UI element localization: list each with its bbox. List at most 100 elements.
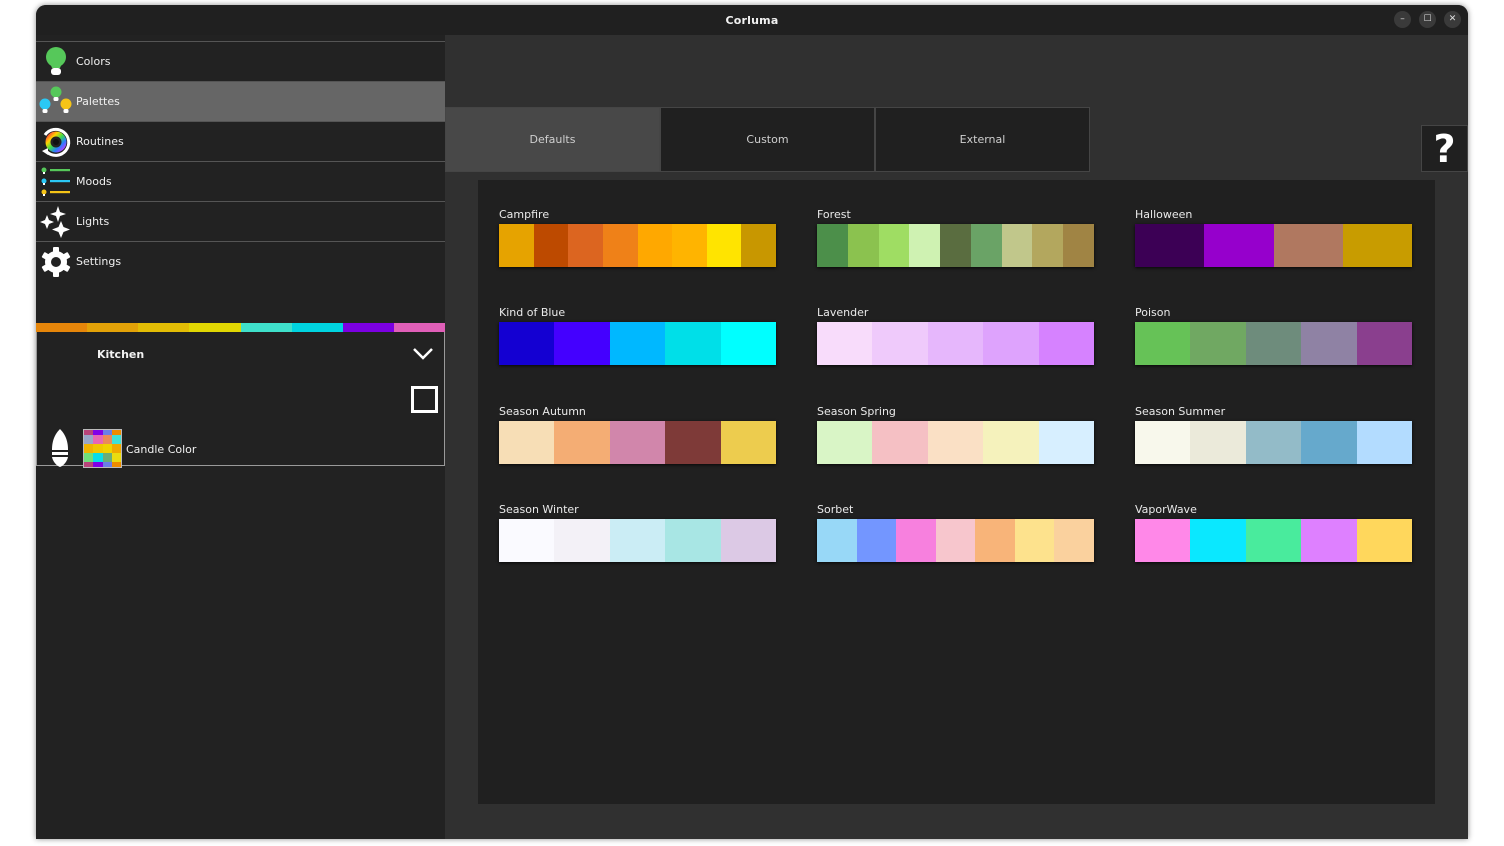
- color-swatch: [983, 421, 1039, 464]
- color-swatch: [1054, 519, 1095, 562]
- color-swatch: [975, 519, 1015, 562]
- color-swatch: [609, 519, 666, 562]
- strip-color-segment: [87, 323, 139, 332]
- palette-name: Poison: [1135, 306, 1171, 319]
- color-swatch: [1301, 322, 1357, 365]
- color-swatch: [609, 421, 666, 464]
- palette-card[interactable]: Campfire: [499, 208, 776, 267]
- sidebar-item-settings[interactable]: Settings: [36, 241, 445, 281]
- color-swatch: [665, 519, 721, 562]
- color-swatch: [609, 322, 666, 365]
- tab-external[interactable]: External: [875, 107, 1090, 172]
- color-swatch: [554, 322, 610, 365]
- color-swatch: [983, 322, 1039, 365]
- palette-name: Kind of Blue: [499, 306, 566, 319]
- close-button[interactable]: ✕: [1444, 11, 1461, 28]
- color-swatch: [1245, 322, 1302, 365]
- strip-color-segment: [138, 323, 190, 332]
- palette-swatches[interactable]: [499, 421, 777, 464]
- thumb-color-cell: [93, 462, 103, 467]
- color-swatch: [499, 224, 534, 267]
- palette-card[interactable]: Kind of Blue: [499, 306, 777, 365]
- question-mark-icon: ?: [1433, 126, 1456, 171]
- color-swatch: [499, 421, 555, 464]
- color-swatch: [1014, 519, 1055, 562]
- light-palette-thumbnail: [83, 429, 122, 468]
- color-wheel-cycle-icon: [36, 122, 76, 162]
- tab-defaults[interactable]: Defaults: [445, 107, 660, 172]
- color-swatch: [817, 322, 873, 365]
- thumb-color-cell: [102, 434, 112, 444]
- color-swatch: [1135, 519, 1191, 562]
- palette-swatches[interactable]: [499, 519, 777, 562]
- strip-color-segment: [393, 323, 445, 332]
- color-swatch: [935, 519, 976, 562]
- sidebar-item-routines[interactable]: Routines: [36, 121, 445, 161]
- palette-swatches[interactable]: [1135, 224, 1412, 267]
- candle-bulb-icon: [51, 428, 69, 472]
- color-swatch: [817, 224, 848, 267]
- color-swatch: [554, 421, 610, 464]
- palette-name: Campfire: [499, 208, 550, 221]
- sidebar-item-moods[interactable]: Moods: [36, 161, 445, 201]
- color-swatch: [1032, 224, 1064, 267]
- palette-card[interactable]: Season Winter: [499, 503, 777, 562]
- thumb-color-cell: [93, 443, 103, 454]
- palette-swatches[interactable]: [499, 322, 777, 365]
- palette-card[interactable]: Halloween: [1135, 208, 1412, 267]
- color-swatch: [1190, 519, 1246, 562]
- palette-card[interactable]: Forest: [817, 208, 1095, 267]
- color-swatch: [1356, 322, 1413, 365]
- color-swatch: [878, 224, 910, 267]
- tab-custom[interactable]: Custom: [660, 107, 875, 172]
- color-swatch: [1356, 421, 1413, 464]
- palette-swatches[interactable]: [817, 224, 1095, 267]
- color-swatch: [720, 322, 777, 365]
- color-swatch: [1245, 519, 1302, 562]
- sidebar-item-colors[interactable]: Colors: [36, 41, 445, 81]
- color-swatch: [1038, 421, 1095, 464]
- palette-swatches[interactable]: [1135, 519, 1413, 562]
- palette-swatches[interactable]: [499, 224, 776, 267]
- color-swatch: [499, 519, 555, 562]
- help-button[interactable]: ?: [1421, 125, 1468, 172]
- color-swatch: [1301, 519, 1357, 562]
- sidebar-item-palettes[interactable]: Palettes: [36, 81, 445, 121]
- current-palette-strip: [36, 323, 445, 332]
- color-swatch: [665, 322, 721, 365]
- thumb-color-cell: [111, 443, 121, 454]
- palette-swatches[interactable]: [1135, 322, 1413, 365]
- strip-color-segment: [240, 323, 292, 332]
- room-select-checkbox[interactable]: [411, 386, 438, 413]
- minimize-button[interactable]: –: [1394, 11, 1411, 28]
- thumb-color-cell: [93, 453, 103, 463]
- sidebar-item-lights[interactable]: Lights: [36, 201, 445, 241]
- strip-color-segment: [291, 323, 343, 332]
- title-bar[interactable]: Corluma – ☐ ✕: [36, 5, 1468, 35]
- color-swatch: [637, 224, 673, 267]
- color-swatch: [872, 322, 928, 365]
- palette-card[interactable]: Season Summer: [1135, 405, 1413, 464]
- palette-card[interactable]: Sorbet: [817, 503, 1095, 562]
- maximize-button[interactable]: ☐: [1419, 11, 1436, 28]
- chevron-down-icon[interactable]: [412, 346, 434, 360]
- color-swatch: [927, 421, 984, 464]
- palette-card[interactable]: Poison: [1135, 306, 1413, 365]
- palette-card[interactable]: Season Spring: [817, 405, 1095, 464]
- palette-swatches[interactable]: [817, 421, 1095, 464]
- color-swatch: [817, 421, 873, 464]
- thumb-color-cell: [84, 453, 94, 463]
- palette-swatches[interactable]: [817, 322, 1095, 365]
- palette-card[interactable]: Lavender: [817, 306, 1095, 365]
- palette-card[interactable]: Season Autumn: [499, 405, 777, 464]
- room-name: Kitchen: [97, 348, 145, 361]
- sidebar-item-label: Lights: [76, 215, 110, 228]
- sidebar-item-label: Routines: [76, 135, 124, 148]
- palette-name: Halloween: [1135, 208, 1193, 221]
- palette-card[interactable]: VaporWave: [1135, 503, 1413, 562]
- strip-color-segment: [189, 323, 241, 332]
- palette-swatches[interactable]: [817, 519, 1095, 562]
- palette-name: VaporWave: [1135, 503, 1197, 516]
- palette-swatches[interactable]: [1135, 421, 1413, 464]
- color-swatch: [720, 421, 777, 464]
